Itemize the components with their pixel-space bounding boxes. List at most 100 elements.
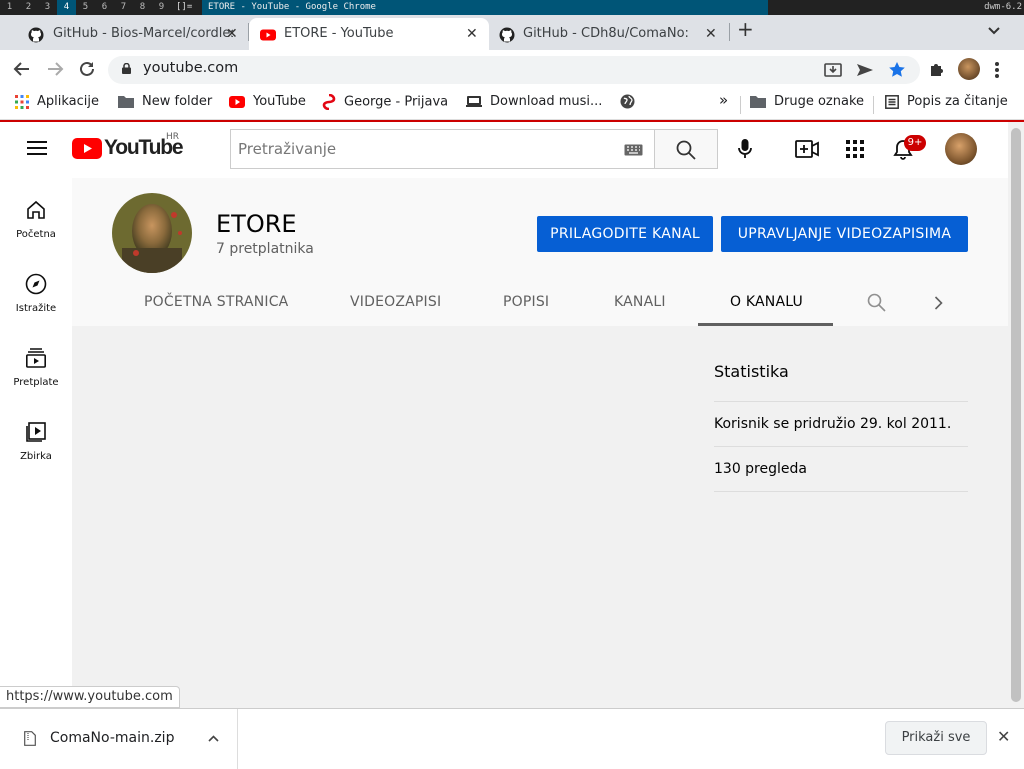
dwm-tag-3[interactable]: 3 (38, 0, 57, 15)
youtube-icon (260, 29, 276, 41)
manage-videos-button[interactable]: UPRAVLJANJE VIDEOZAPISIMA (721, 216, 968, 252)
tab-playlists[interactable]: POPISI (503, 294, 549, 310)
profile-avatar[interactable] (958, 58, 980, 80)
reading-list-button[interactable]: Popis za čitanje (885, 94, 1008, 110)
statistics-heading: Statistika (714, 362, 789, 381)
bookmark-apps[interactable]: Aplikacije (15, 94, 99, 110)
dwm-tag-6[interactable]: 6 (95, 0, 114, 15)
zip-file-icon (24, 731, 36, 746)
hamburger-menu-icon[interactable] (27, 140, 47, 156)
bookmark-youtube[interactable]: YouTube (229, 94, 306, 110)
tab-title: GitHub - CDh8u/ComaNo: C (523, 26, 688, 41)
dwm-tag-4[interactable]: 4 (57, 0, 76, 15)
bookmark-new-folder[interactable]: New folder (118, 94, 212, 110)
browser-tab-strip: GitHub - Bios-Marcel/cordless ✕ ETORE - … (0, 15, 1024, 50)
download-shelf: ComaNo-main.zip Prikaži sve ✕ (0, 708, 1024, 769)
chevron-up-icon[interactable] (208, 735, 219, 742)
youtube-play-logo-icon (72, 138, 102, 159)
tab-videos[interactable]: VIDEOZAPISI (350, 294, 441, 310)
nav-item-subscriptions[interactable]: Pretplate (0, 346, 72, 388)
channel-search-icon[interactable] (867, 293, 886, 312)
tab-channels[interactable]: KANALI (614, 294, 666, 310)
dwm-tag-9[interactable]: 9 (152, 0, 171, 15)
folder-icon (118, 96, 134, 108)
tab-github-comano[interactable]: GitHub - CDh8u/ComaNo: C ✕ (489, 18, 729, 50)
nav-item-home[interactable]: Početna (0, 198, 72, 240)
tab-github-cordless[interactable]: GitHub - Bios-Marcel/cordless ✕ (8, 18, 248, 50)
microphone-icon[interactable] (737, 138, 753, 160)
channel-page: ETORE 7 pretplatnika PRILAGODITE KANAL U… (72, 178, 1008, 708)
send-to-devices-icon[interactable] (856, 62, 874, 78)
lock-icon[interactable] (122, 63, 131, 74)
account-avatar[interactable] (945, 133, 977, 165)
dwm-layout-symbol[interactable]: []= (176, 0, 192, 15)
tab-search-chevron-icon[interactable] (988, 27, 1000, 35)
search-icon (676, 140, 696, 160)
address-url[interactable]: youtube.com (143, 60, 238, 76)
youtube-apps-icon[interactable] (846, 140, 864, 158)
dwm-tag-1[interactable]: 1 (0, 0, 19, 15)
bookmark-label: New folder (142, 94, 213, 109)
youtube-masthead: YouTube HR Pretraživanje 9+ (0, 122, 1008, 178)
channel-avatar-photo (112, 193, 192, 273)
bookmark-globe[interactable] (620, 94, 643, 110)
dwm-tag-2[interactable]: 2 (19, 0, 38, 15)
chrome-menu-icon[interactable] (994, 61, 1000, 79)
home-icon (27, 200, 45, 219)
bookmarks-overflow-button[interactable]: » (719, 92, 728, 108)
dwm-tag-7[interactable]: 7 (114, 0, 133, 15)
download-item[interactable]: ComaNo-main.zip (0, 709, 238, 769)
keyboard-icon[interactable] (624, 144, 643, 156)
nav-item-label: Početna (16, 229, 56, 240)
reading-list-label: Popis za čitanje (907, 94, 1008, 109)
nav-item-explore[interactable]: Istražite (0, 272, 72, 314)
bookmark-other-folder[interactable]: Druge oznake (750, 94, 864, 110)
close-tab-icon[interactable]: ✕ (705, 18, 717, 50)
dwm-tag-5[interactable]: 5 (76, 0, 95, 15)
bookmark-download-music[interactable]: Download musi... (466, 94, 602, 110)
channel-header: ETORE 7 pretplatnika PRILAGODITE KANAL U… (72, 178, 1008, 326)
close-tab-icon[interactable]: ✕ (226, 18, 238, 50)
dwm-version: dwm-6.2 (984, 2, 1022, 12)
search-button[interactable] (654, 129, 718, 169)
search-box[interactable]: Pretraživanje (230, 129, 655, 169)
forward-arrow-icon[interactable] (46, 60, 64, 78)
statistics-panel: Statistika Korisnik se pridružio 29. kol… (714, 362, 968, 492)
notification-badge: 9+ (904, 135, 926, 151)
guide-sidebar: Početna Istražite Pretplate Zbirka (0, 178, 72, 708)
bookmark-star-icon[interactable] (888, 61, 906, 79)
library-icon (26, 422, 46, 442)
dwm-tag-8[interactable]: 8 (133, 0, 152, 15)
tab-title: GitHub - Bios-Marcel/cordless (53, 26, 233, 41)
tab-home[interactable]: POČETNA STRANICA (144, 294, 288, 310)
create-video-icon[interactable] (795, 140, 819, 158)
install-app-icon[interactable] (824, 62, 842, 78)
about-content: Statistika Korisnik se pridružio 29. kol… (72, 326, 1008, 708)
channel-tabs: POČETNA STRANICA VIDEOZAPISI POPISI KANA… (72, 278, 1008, 326)
youtube-page: YouTube HR Pretraživanje 9+ Početna Istr… (0, 122, 1024, 708)
search-input[interactable]: Pretraživanje (238, 140, 336, 158)
customize-channel-button[interactable]: PRILAGODITE KANAL (537, 216, 713, 252)
close-tab-icon[interactable]: ✕ (466, 18, 478, 50)
tab-etore-youtube[interactable]: ETORE - YouTube ✕ (249, 18, 489, 50)
address-bar[interactable]: youtube.com (108, 56, 920, 84)
bookmark-label: Download musi... (490, 94, 603, 109)
reload-icon[interactable] (78, 60, 96, 78)
download-file-name[interactable]: ComaNo-main.zip (50, 730, 174, 746)
new-tab-button[interactable]: + (737, 17, 754, 41)
scrollbar-thumb[interactable] (1011, 128, 1021, 702)
nav-item-library[interactable]: Zbirka (0, 420, 72, 462)
tab-about[interactable]: O KANALU (730, 294, 803, 310)
bookmark-george[interactable]: George - Prijava (322, 94, 448, 111)
status-bubble-url: https://www.youtube.com (0, 686, 180, 708)
show-all-downloads-button[interactable]: Prikaži sve (885, 721, 987, 755)
george-icon (322, 94, 336, 110)
close-download-shelf-icon[interactable]: ✕ (997, 727, 1010, 746)
back-arrow-icon[interactable] (13, 60, 31, 78)
chevron-right-icon[interactable] (934, 296, 943, 310)
channel-name: ETORE (216, 210, 297, 238)
extensions-puzzle-icon[interactable] (928, 61, 946, 79)
bookmark-label: YouTube (253, 94, 306, 109)
bookmark-label: Druge oznake (774, 94, 865, 109)
folder-icon (750, 96, 766, 108)
